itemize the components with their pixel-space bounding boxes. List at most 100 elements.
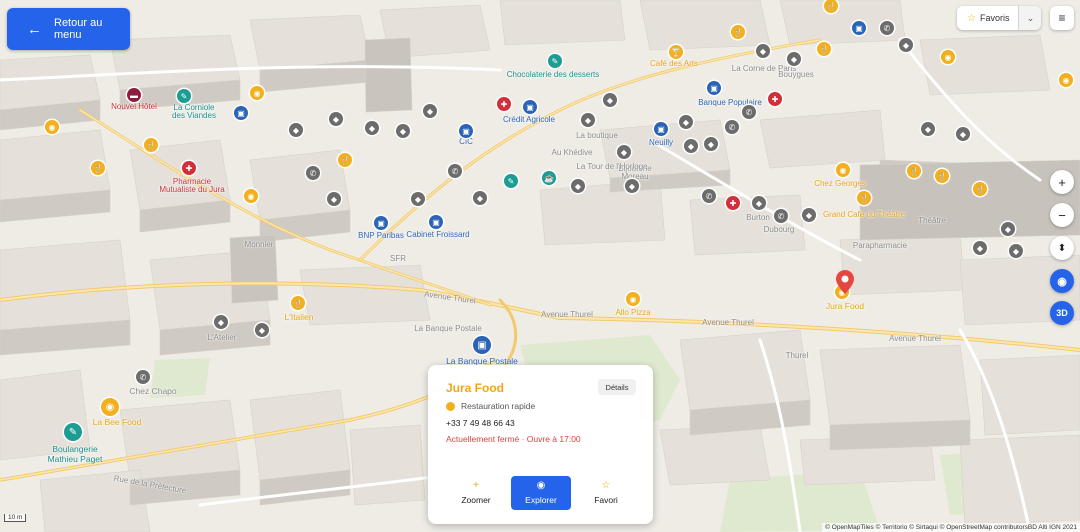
shop-icon[interactable]: ◆ xyxy=(1001,222,1015,236)
pharmacy-icon[interactable]: ✚ xyxy=(182,161,196,175)
shop-icon[interactable]: ◆ xyxy=(255,323,269,337)
compass-button[interactable]: ⬍ xyxy=(1050,236,1074,260)
explore-button[interactable]: ◉ Explorer xyxy=(511,476,571,510)
place-card: Jura Food Détails Restauration rapide +3… xyxy=(428,365,653,524)
bank-icon[interactable]: ▣ xyxy=(459,124,473,138)
bank-icon[interactable]: ▣ xyxy=(429,215,443,229)
shop-icon[interactable]: ◆ xyxy=(684,139,698,153)
explore-view-button[interactable]: ◉ xyxy=(1050,269,1074,293)
shop-icon[interactable]: ◆ xyxy=(752,196,766,210)
restaurant-icon[interactable]: 🍴 xyxy=(91,161,105,175)
restaurant-icon[interactable]: 🍴 xyxy=(144,138,158,152)
map-label: La boutique xyxy=(576,131,618,140)
shop-icon[interactable]: ◆ xyxy=(411,192,425,206)
shop-icon[interactable]: ◆ xyxy=(802,208,816,222)
restaurant-icon[interactable]: 🍴 xyxy=(338,153,352,167)
street-label: Avenue Thurel xyxy=(702,318,754,327)
location-pin-icon[interactable] xyxy=(836,270,854,294)
restaurant-icon[interactable]: ◉ xyxy=(941,50,955,64)
shop-icon[interactable]: ✆ xyxy=(774,209,788,223)
restaurant-icon[interactable]: 🍴 xyxy=(907,164,921,178)
bakery-icon[interactable]: ✎ xyxy=(548,54,562,68)
shop-icon[interactable]: ◆ xyxy=(214,315,228,329)
3d-toggle-button[interactable]: 3D xyxy=(1050,301,1074,325)
menu-button[interactable]: ≡ xyxy=(1050,6,1074,30)
shop-icon[interactable]: ◆ xyxy=(365,121,379,135)
shop-icon[interactable]: ✆ xyxy=(448,164,462,178)
map-label: Jura Food xyxy=(825,301,865,311)
shop-icon[interactable]: ◆ xyxy=(679,115,693,129)
bank-icon[interactable]: ▣ xyxy=(374,216,388,230)
restaurant-icon[interactable]: 🍴 xyxy=(935,169,949,183)
map-label: Mathieu Paget xyxy=(47,454,103,464)
shop-icon[interactable]: ✆ xyxy=(742,105,756,119)
zoom-in-button[interactable]: + xyxy=(1050,170,1074,194)
map-attribution[interactable]: © OpenMapTiles © Territorio © Sirtaqui ©… xyxy=(822,523,1080,532)
star-icon: ☆ xyxy=(967,12,976,24)
bakery-icon[interactable]: ☕ xyxy=(542,171,556,185)
restaurant-icon[interactable]: 🍴 xyxy=(817,42,831,56)
map-label: Parapharmacie xyxy=(852,241,908,250)
shop-icon[interactable]: ◆ xyxy=(956,127,970,141)
favorites-dropdown-button[interactable]: ⌄ xyxy=(1018,6,1042,30)
restaurant-icon[interactable]: 🍴 xyxy=(973,182,987,196)
shop-icon[interactable]: ✆ xyxy=(880,21,894,35)
hotel-icon[interactable]: ▬ xyxy=(127,88,141,102)
bank-icon[interactable]: ▣ xyxy=(523,100,537,114)
shop-icon[interactable]: ✆ xyxy=(306,166,320,180)
pharmacy-icon[interactable]: ✚ xyxy=(497,97,511,111)
shop-icon[interactable]: ◆ xyxy=(571,179,585,193)
shop-icon[interactable]: ◆ xyxy=(473,191,487,205)
favorite-button[interactable]: ☆ Favori xyxy=(576,476,636,510)
restaurant-icon[interactable]: 🍴 xyxy=(291,296,305,310)
bakery-icon[interactable]: ✎ xyxy=(177,89,191,103)
shop-icon[interactable]: ✆ xyxy=(136,370,150,384)
shop-icon[interactable]: ◆ xyxy=(617,145,631,159)
shop-icon[interactable]: ◆ xyxy=(899,38,913,52)
shop-icon[interactable]: ◆ xyxy=(1009,244,1023,258)
restaurant-icon[interactable]: ◉ xyxy=(45,120,59,134)
bakery-icon[interactable]: ✎ xyxy=(504,174,518,188)
bank-icon[interactable]: ▣ xyxy=(852,21,866,35)
restaurant-icon[interactable]: 🍴 xyxy=(731,25,745,39)
shop-icon[interactable]: ✆ xyxy=(725,120,739,134)
pharmacy-icon[interactable]: ✚ xyxy=(726,196,740,210)
bank-icon[interactable]: ▣ xyxy=(707,81,721,95)
bank-icon[interactable]: ▣ xyxy=(473,336,491,354)
shop-icon[interactable]: ◆ xyxy=(327,192,341,206)
shop-icon[interactable]: ◆ xyxy=(581,113,595,127)
shop-icon[interactable]: ◆ xyxy=(423,104,437,118)
restaurant-icon[interactable]: ◉ xyxy=(836,163,850,177)
shop-icon[interactable]: ✆ xyxy=(702,189,716,203)
shop-icon[interactable]: ◆ xyxy=(704,137,718,151)
bakery-icon[interactable]: ✎ xyxy=(64,423,82,441)
restaurant-icon[interactable]: ◉ xyxy=(1059,73,1073,87)
shop-icon[interactable]: ◆ xyxy=(756,44,770,58)
back-to-menu-button[interactable]: ← Retour au menu xyxy=(7,8,130,50)
shop-icon[interactable]: ◆ xyxy=(329,112,343,126)
favorites-button[interactable]: ☆ Favoris xyxy=(957,6,1018,30)
shop-icon[interactable]: ◆ xyxy=(396,124,410,138)
shop-icon[interactable]: ◆ xyxy=(921,122,935,136)
restaurant-icon[interactable]: ◉ xyxy=(101,398,119,416)
shop-icon[interactable]: ◆ xyxy=(289,123,303,137)
bank-icon[interactable]: ▣ xyxy=(234,106,248,120)
details-button[interactable]: Détails xyxy=(598,379,636,395)
shop-icon[interactable]: ◆ xyxy=(973,241,987,255)
shop-icon[interactable]: ◆ xyxy=(603,93,617,107)
place-actions: + Zoomer ◉ Explorer ☆ Favori xyxy=(446,476,636,510)
zoom-button[interactable]: + Zoomer xyxy=(446,476,506,510)
map-label: Au Khédive xyxy=(551,148,593,157)
restaurant-icon[interactable]: 🍴 xyxy=(857,191,871,205)
map-label: Café des Arts xyxy=(649,59,699,68)
restaurant-icon[interactable]: 🍸 xyxy=(669,45,683,59)
bank-icon[interactable]: ▣ xyxy=(654,122,668,136)
restaurant-icon[interactable]: ◉ xyxy=(244,189,258,203)
pharmacy-icon[interactable]: ✚ xyxy=(768,92,782,106)
shop-icon[interactable]: ◆ xyxy=(625,179,639,193)
shop-icon[interactable]: ◆ xyxy=(787,52,801,66)
zoom-out-button[interactable]: − xyxy=(1050,203,1074,227)
restaurant-icon[interactable]: ◉ xyxy=(626,292,640,306)
place-phone[interactable]: +33 7 49 48 66 43 xyxy=(446,418,515,428)
restaurant-icon[interactable]: ◉ xyxy=(250,86,264,100)
